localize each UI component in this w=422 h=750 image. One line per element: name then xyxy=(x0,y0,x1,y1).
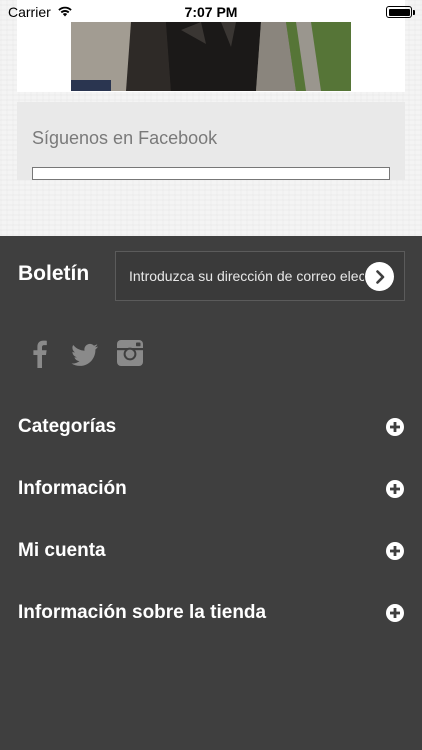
footer: Boletín Introduzca su dirección de corre… xyxy=(0,236,422,750)
content-area: Síguenos en Facebook xyxy=(0,0,422,236)
facebook-embed-frame[interactable] xyxy=(32,167,390,180)
accordion-item-mi-cuenta[interactable]: Mi cuenta xyxy=(0,520,422,582)
twitter-icon xyxy=(71,343,98,366)
status-bar-left: Carrier xyxy=(8,4,73,20)
social-links xyxy=(26,338,144,368)
battery-icon xyxy=(386,6,415,18)
twitter-link[interactable] xyxy=(71,338,99,368)
facebook-link[interactable] xyxy=(26,338,54,368)
newsletter-submit-button[interactable] xyxy=(365,262,394,291)
facebook-widget-title: Síguenos en Facebook xyxy=(32,128,218,148)
facebook-widget: Síguenos en Facebook xyxy=(17,102,405,180)
product-photo-art xyxy=(71,22,351,91)
facebook-icon xyxy=(33,340,47,368)
plus-circle-icon[interactable] xyxy=(386,418,404,436)
newsletter-email-input[interactable] xyxy=(116,252,364,300)
status-bar: Carrier 7:07 PM xyxy=(0,0,422,24)
accordion-item-informacion[interactable]: Información xyxy=(0,458,422,520)
newsletter-form xyxy=(115,251,405,301)
product-image[interactable] xyxy=(71,22,351,91)
accordion-item-label: Categorías xyxy=(18,416,117,437)
newsletter-title: Boletín xyxy=(18,262,90,285)
status-bar-right xyxy=(386,6,415,18)
footer-accordion: Categorías Información Mi cuenta Informa… xyxy=(0,396,422,644)
instagram-icon xyxy=(117,340,143,366)
chevron-right-icon xyxy=(375,269,384,284)
plus-circle-icon[interactable] xyxy=(386,604,404,622)
accordion-item-label: Información xyxy=(18,478,127,499)
carrier-label: Carrier xyxy=(8,4,51,20)
battery-level xyxy=(388,8,410,16)
accordion-item-categorias[interactable]: Categorías xyxy=(0,396,422,458)
accordion-item-label: Información sobre la tienda xyxy=(18,602,267,623)
accordion-item-label: Mi cuenta xyxy=(18,540,106,561)
wifi-icon xyxy=(57,4,73,20)
instagram-link[interactable] xyxy=(116,338,144,368)
accordion-item-tienda[interactable]: Información sobre la tienda xyxy=(0,582,422,644)
plus-circle-icon[interactable] xyxy=(386,542,404,560)
plus-circle-icon[interactable] xyxy=(386,480,404,498)
